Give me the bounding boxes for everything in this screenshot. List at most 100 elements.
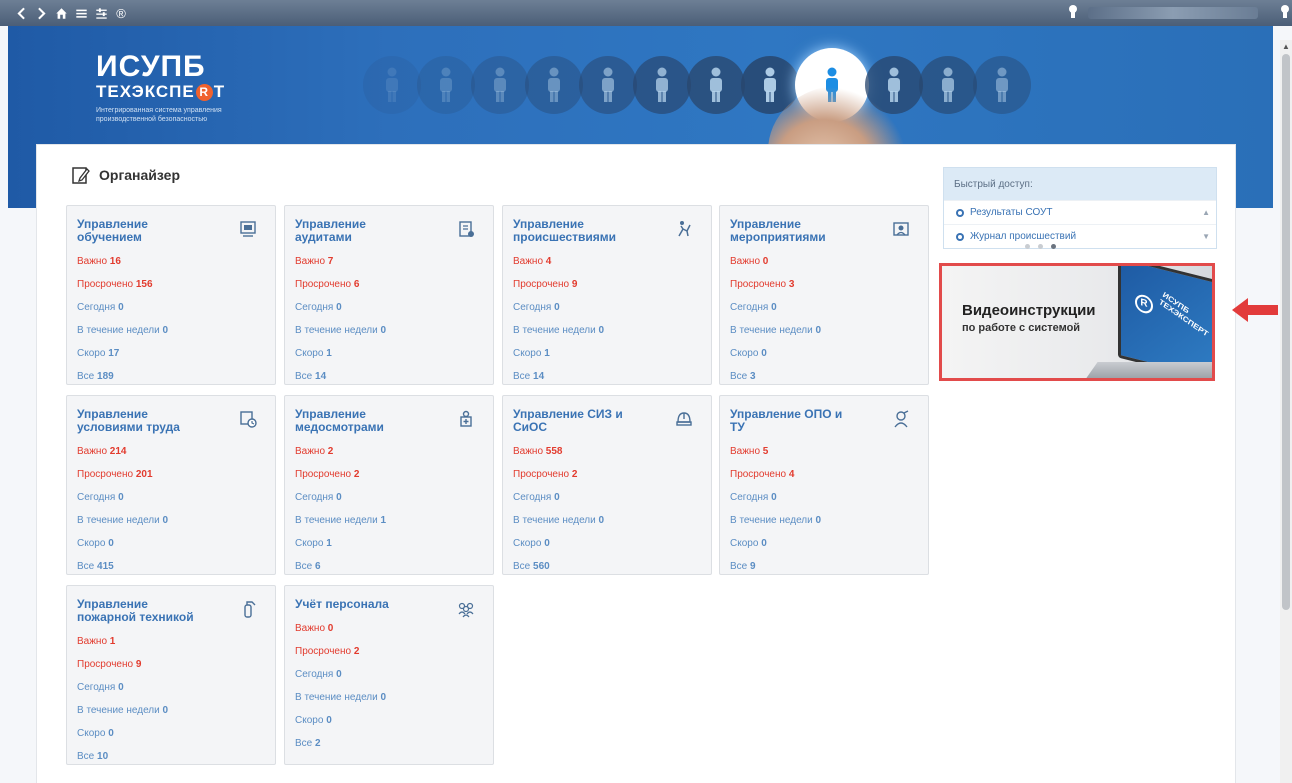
stat-overdue[interactable]: Просрочено 9 <box>513 279 701 290</box>
stat-today[interactable]: Сегодня 0 <box>77 302 265 313</box>
stat-all[interactable]: Все 189 <box>77 371 265 382</box>
tile-title[interactable]: Управление обучением <box>77 218 207 244</box>
scroll-up-icon[interactable]: ▲ <box>1282 42 1290 51</box>
stat-soon[interactable]: Скоро 1 <box>295 348 483 359</box>
stat-important[interactable]: Важно 7 <box>295 256 483 267</box>
stat-today[interactable]: Сегодня 0 <box>295 492 483 503</box>
carousel-dot[interactable] <box>1025 244 1030 249</box>
tile-title[interactable]: Управление медосмотрами <box>295 408 425 434</box>
stat-week[interactable]: В течение недели 0 <box>295 692 483 703</box>
user-icon-button[interactable] <box>1066 4 1080 20</box>
stat-all[interactable]: Все 6 <box>295 561 483 572</box>
quick-access-item-incidents[interactable]: Журнал происшествий ▼ <box>944 224 1216 248</box>
page-scrollbar[interactable]: ▲ <box>1280 40 1292 783</box>
module-tile[interactable]: Управление условиями труда Важно 214 Проср… <box>66 395 276 575</box>
tile-title[interactable]: Управление условиями труда <box>77 408 207 434</box>
stat-week[interactable]: В течение недели 1 <box>295 515 483 526</box>
scrollbar-thumb[interactable] <box>1282 54 1290 610</box>
video-instructions-banner[interactable]: Видеоинструкции по работе с системой R И… <box>939 263 1215 381</box>
stat-soon[interactable]: Скоро 0 <box>77 538 265 549</box>
stat-week[interactable]: В течение недели 0 <box>295 325 483 336</box>
stat-today[interactable]: Сегодня 0 <box>513 492 701 503</box>
stat-all[interactable]: Все 2 <box>295 738 483 749</box>
stat-soon[interactable]: Скоро 0 <box>730 538 918 549</box>
stat-overdue[interactable]: Просрочено 4 <box>730 469 918 480</box>
stat-today[interactable]: Сегодня 0 <box>513 302 701 313</box>
stat-overdue[interactable]: Просрочено 9 <box>77 659 265 670</box>
stat-soon[interactable]: Скоро 0 <box>295 715 483 726</box>
carousel-dot-active[interactable] <box>1051 244 1056 249</box>
stat-all[interactable]: Все 14 <box>513 371 701 382</box>
stat-today[interactable]: Сегодня 0 <box>730 492 918 503</box>
quick-access-item-sout[interactable]: Результаты СОУТ ▲ <box>944 200 1216 224</box>
home-button[interactable] <box>52 4 70 22</box>
stat-overdue[interactable]: Просрочено 2 <box>513 469 701 480</box>
carousel-dot[interactable] <box>1038 244 1043 249</box>
stat-important[interactable]: Важно 558 <box>513 446 701 457</box>
filter-button[interactable] <box>92 4 110 22</box>
stat-soon[interactable]: Скоро 0 <box>730 348 918 359</box>
stat-week[interactable]: В течение недели 0 <box>77 325 265 336</box>
stat-today[interactable]: Сегодня 0 <box>77 682 265 693</box>
tile-title[interactable]: Управление аудитами <box>295 218 425 244</box>
stat-overdue[interactable]: Просрочено 201 <box>77 469 265 480</box>
module-tile[interactable]: Управление пожарной техникой Важно 1 Проср… <box>66 585 276 765</box>
stat-all[interactable]: Все 14 <box>295 371 483 382</box>
stat-all[interactable]: Все 3 <box>730 371 918 382</box>
stat-week[interactable]: В течение недели 0 <box>77 705 265 716</box>
stat-week[interactable]: В течение недели 0 <box>513 325 701 336</box>
module-tile[interactable]: Управление мероприятиями Важно 0 Просрочен… <box>719 205 929 385</box>
menu-button[interactable] <box>72 4 90 22</box>
module-tile[interactable]: Управление аудитами Важно 7 Просрочено 6 Се… <box>284 205 494 385</box>
tile-title[interactable]: Управление происшествиями <box>513 218 643 244</box>
stat-soon[interactable]: Скоро 0 <box>513 538 701 549</box>
stat-overdue[interactable]: Просрочено 156 <box>77 279 265 290</box>
module-tile[interactable]: Управление СИЗ и СиОС Важно 558 Просрочено… <box>502 395 712 575</box>
stat-important[interactable]: Важно 2 <box>295 446 483 457</box>
tile-title[interactable]: Управление ОПО и ТУ <box>730 408 860 434</box>
stat-all[interactable]: Все 9 <box>730 561 918 572</box>
forward-button[interactable] <box>32 4 50 22</box>
stat-soon[interactable]: Скоро 1 <box>513 348 701 359</box>
back-button[interactable] <box>12 4 30 22</box>
app-logo[interactable]: ИСУПБ ТЕХЭКСПЕ R Т Интегрированная система… <box>96 52 256 124</box>
scroll-up-icon[interactable]: ▲ <box>1202 208 1210 217</box>
stat-important[interactable]: Важно 5 <box>730 446 918 457</box>
stat-week[interactable]: В течение недели 0 <box>513 515 701 526</box>
stat-important[interactable]: Важно 0 <box>295 623 483 634</box>
stat-soon[interactable]: Скоро 1 <box>295 538 483 549</box>
stat-today[interactable]: Сегодня 0 <box>77 492 265 503</box>
stat-week[interactable]: В течение недели 0 <box>730 325 918 336</box>
stat-week[interactable]: В течение недели 0 <box>77 515 265 526</box>
stat-today[interactable]: Сегодня 0 <box>295 302 483 313</box>
module-tile[interactable]: Учёт персонала Важно 0 Просрочено 2 Сегодня… <box>284 585 494 765</box>
stat-overdue[interactable]: Просрочено 6 <box>295 279 483 290</box>
tile-title[interactable]: Учёт персонала <box>295 598 425 611</box>
user-name-blurred[interactable] <box>1088 7 1258 19</box>
module-tile[interactable]: Управление медосмотрами Важно 2 Просрочено… <box>284 395 494 575</box>
stat-week[interactable]: В течение недели 0 <box>730 515 918 526</box>
stat-all[interactable]: Все 415 <box>77 561 265 572</box>
tile-title[interactable]: Управление мероприятиями <box>730 218 860 244</box>
module-tile[interactable]: Управление ОПО и ТУ Важно 5 Просрочено 4 Се… <box>719 395 929 575</box>
tile-title[interactable]: Управление пожарной техникой <box>77 598 207 624</box>
stat-soon[interactable]: Скоро 17 <box>77 348 265 359</box>
stat-all[interactable]: Все 10 <box>77 751 265 762</box>
stat-important[interactable]: Важно 16 <box>77 256 265 267</box>
stat-today[interactable]: Сегодня 0 <box>730 302 918 313</box>
stat-soon[interactable]: Скоро 0 <box>77 728 265 739</box>
module-tile[interactable]: Управление обучением Важно 16 Просрочено 1… <box>66 205 276 385</box>
registered-button[interactable]: ® <box>112 4 130 22</box>
tile-title[interactable]: Управление СИЗ и СиОС <box>513 408 643 434</box>
stat-overdue[interactable]: Просрочено 2 <box>295 469 483 480</box>
scroll-down-icon[interactable]: ▼ <box>1202 232 1210 241</box>
stat-overdue[interactable]: Просрочено 2 <box>295 646 483 657</box>
stat-today[interactable]: Сегодня 0 <box>295 669 483 680</box>
stat-important[interactable]: Важно 1 <box>77 636 265 647</box>
module-tile[interactable]: Управление происшествиями Важно 4 Просроче… <box>502 205 712 385</box>
stat-important[interactable]: Важно 0 <box>730 256 918 267</box>
stat-overdue[interactable]: Просрочено 3 <box>730 279 918 290</box>
logout-button[interactable] <box>1278 4 1292 25</box>
stat-important[interactable]: Важно 4 <box>513 256 701 267</box>
stat-all[interactable]: Все 560 <box>513 561 701 572</box>
